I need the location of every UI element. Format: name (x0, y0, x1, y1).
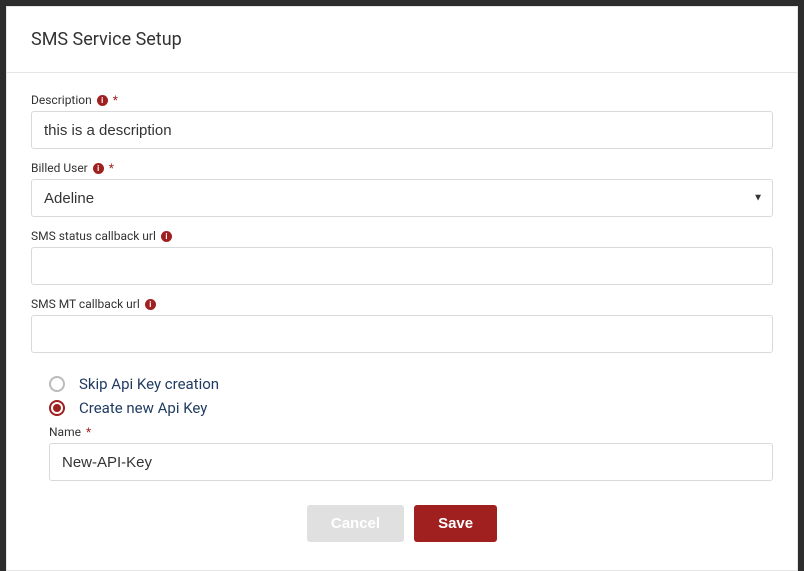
button-row: Cancel Save (31, 505, 773, 554)
billed-user-select-wrapper: Adeline ▼ (31, 179, 773, 217)
info-icon[interactable]: i (161, 231, 172, 242)
sms-mt-callback-group: SMS MT callback url i (31, 297, 773, 353)
required-star: * (86, 425, 91, 439)
api-key-name-label: Name * (49, 425, 773, 439)
required-star: * (113, 93, 118, 107)
radio-icon (49, 376, 65, 392)
info-icon[interactable]: i (93, 163, 104, 174)
api-key-name-label-text: Name (49, 425, 81, 439)
description-label: Description i * (31, 93, 773, 107)
sms-status-callback-group: SMS status callback url i (31, 229, 773, 285)
api-key-name-group: Name * (49, 425, 773, 481)
create-api-key-radio[interactable]: Create new Api Key (49, 399, 773, 417)
skip-api-key-radio[interactable]: Skip Api Key creation (49, 375, 773, 393)
sms-status-callback-input[interactable] (31, 247, 773, 285)
modal-header: SMS Service Setup (7, 7, 797, 73)
cancel-button[interactable]: Cancel (307, 505, 404, 542)
billed-user-select[interactable]: Adeline (31, 179, 773, 217)
modal-title: SMS Service Setup (31, 29, 773, 50)
description-group: Description i * (31, 93, 773, 149)
sms-mt-callback-label-text: SMS MT callback url (31, 297, 140, 311)
info-icon[interactable]: i (145, 299, 156, 310)
page-background: SMS Service Setup Description i * Billed… (6, 6, 798, 534)
sms-service-setup-modal: SMS Service Setup Description i * Billed… (6, 6, 798, 571)
radio-icon-selected (49, 400, 65, 416)
modal-body: Description i * Billed User i * Adeline … (7, 73, 797, 570)
save-button[interactable]: Save (414, 505, 497, 542)
sms-status-callback-label-text: SMS status callback url (31, 229, 156, 243)
info-icon[interactable]: i (97, 95, 108, 106)
skip-api-key-label: Skip Api Key creation (79, 375, 219, 393)
billed-user-label-text: Billed User (31, 161, 88, 175)
sms-status-callback-label: SMS status callback url i (31, 229, 773, 243)
sms-mt-callback-label: SMS MT callback url i (31, 297, 773, 311)
api-key-radio-group: Skip Api Key creation Create new Api Key (49, 375, 773, 417)
sms-mt-callback-input[interactable] (31, 315, 773, 353)
billed-user-group: Billed User i * Adeline ▼ (31, 161, 773, 217)
required-star: * (109, 161, 114, 175)
description-input[interactable] (31, 111, 773, 149)
description-label-text: Description (31, 93, 92, 107)
radio-dot (53, 404, 61, 412)
api-key-name-input[interactable] (49, 443, 773, 481)
billed-user-label: Billed User i * (31, 161, 773, 175)
create-api-key-label: Create new Api Key (79, 399, 207, 417)
